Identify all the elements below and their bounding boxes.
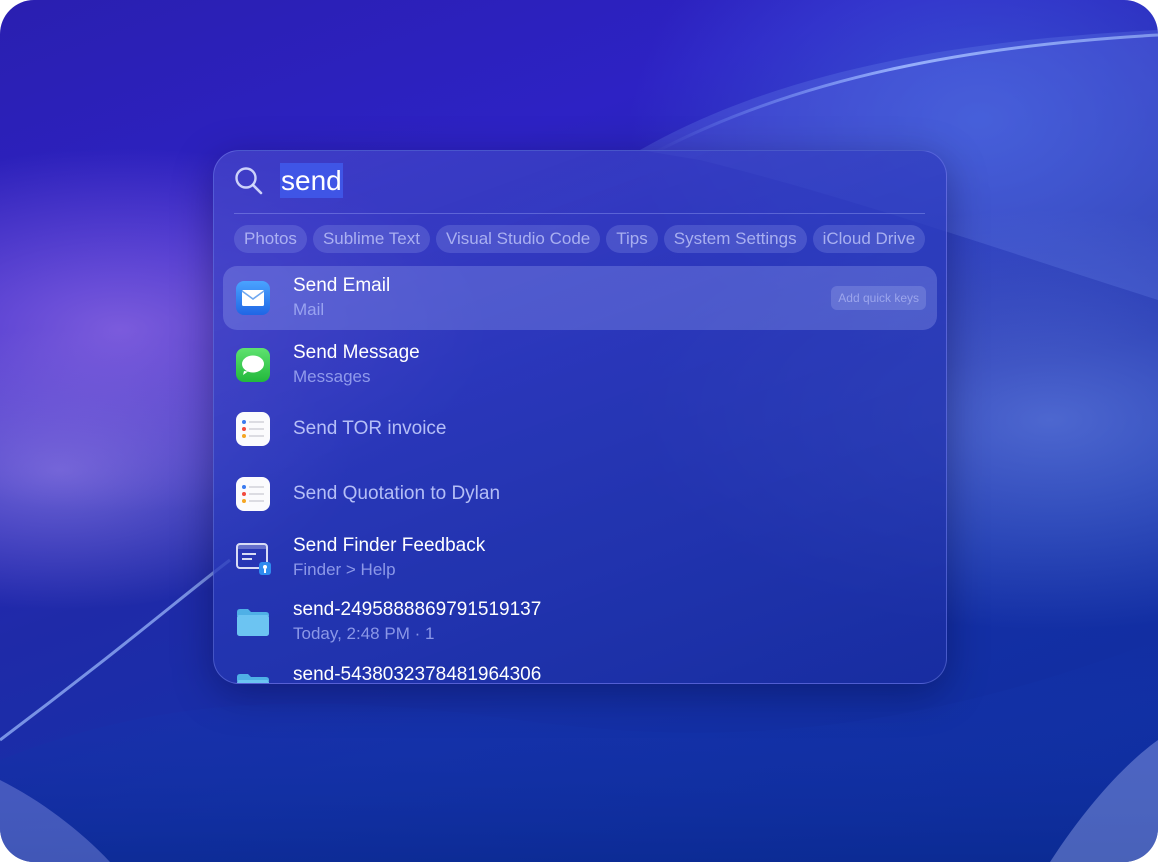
result-title: Send TOR invoice: [293, 418, 447, 439]
filter-chip-system-settings[interactable]: System Settings: [663, 225, 807, 253]
filter-chip-visual-studio-code[interactable]: Visual Studio Code: [435, 225, 601, 253]
messages-icon: [236, 348, 270, 382]
folder-icon: [237, 674, 269, 683]
reminders-icon: [236, 412, 270, 446]
search-input[interactable]: send: [280, 163, 343, 198]
result-send-tor-invoice[interactable]: Send TOR invoice: [223, 397, 937, 461]
result-title: send-2495888869791519137: [293, 599, 542, 620]
filter-chip-icloud-drive[interactable]: iCloud Drive: [812, 225, 926, 253]
result-title: Send Message: [293, 342, 420, 363]
magnifying-glass-icon: [235, 167, 263, 195]
result-title: Send Email: [293, 275, 391, 296]
result-folder-send-5438032378481964306[interactable]: send-5438032378481964306: [223, 655, 937, 684]
filter-chip-tips[interactable]: Tips: [606, 225, 658, 253]
result-subtitle: Today, 2:48 PM · 1: [293, 624, 435, 643]
desktop-background: send Photos Sublime Text Visual Studio Cod…: [0, 0, 1158, 862]
result-send-message[interactable]: Send Message Messages: [223, 333, 937, 397]
add-quick-keys-button[interactable]: Add quick keys: [831, 286, 926, 310]
spotlight-panel: send Photos Sublime Text Visual Studio Cod…: [213, 150, 947, 684]
feedback-icon: [236, 543, 271, 575]
mail-icon: [236, 281, 270, 315]
result-subtitle: Mail: [293, 300, 325, 319]
filter-chips: Photos Sublime Text Visual Studio Code Tips…: [234, 225, 946, 255]
reminders-icon: [236, 477, 270, 511]
result-title: Send Finder Feedback: [293, 535, 486, 556]
result-title: send-5438032378481964306: [293, 664, 542, 684]
result-send-quotation[interactable]: Send Quotation to Dylan: [223, 462, 937, 526]
result-send-finder-feedback[interactable]: Send Finder Feedback Finder > Help: [223, 526, 937, 590]
result-folder-send-2495888869791519137[interactable]: send-2495888869791519137 Today, 2:48 PM …: [223, 590, 937, 654]
result-subtitle: Messages: [293, 367, 371, 386]
folder-icon: [237, 609, 269, 636]
search-divider: [234, 213, 925, 214]
filter-chip-photos[interactable]: Photos: [234, 225, 307, 253]
result-send-email[interactable]: Send Email Mail Add quick keys: [223, 266, 937, 330]
search-bar: send: [214, 151, 946, 213]
filter-chip-sublime-text[interactable]: Sublime Text: [312, 225, 430, 253]
result-title: Send Quotation to Dylan: [293, 483, 501, 504]
result-subtitle: Finder > Help: [293, 560, 396, 579]
